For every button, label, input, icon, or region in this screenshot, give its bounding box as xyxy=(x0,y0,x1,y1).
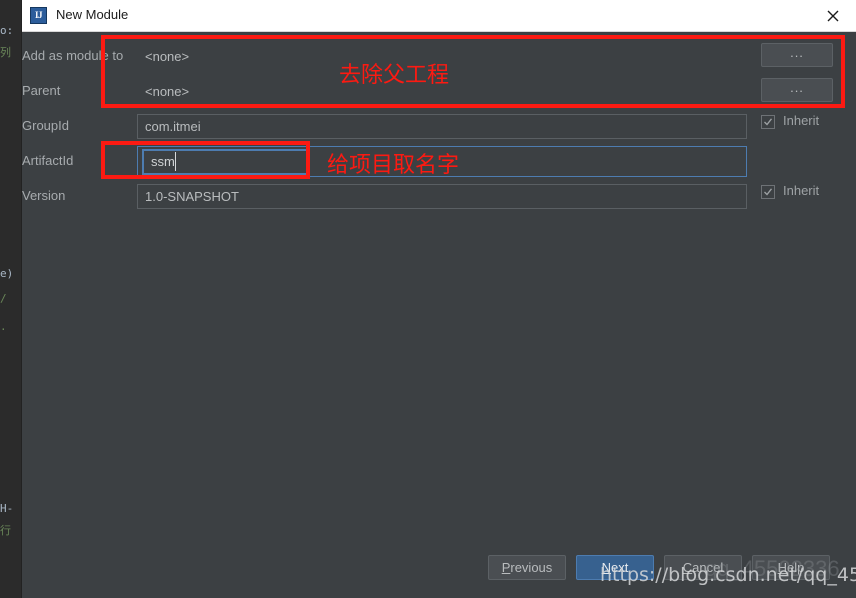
close-icon[interactable] xyxy=(810,0,856,31)
checkbox-box xyxy=(761,185,775,199)
backdrop-fragment: / xyxy=(0,292,7,305)
label-add-as-module-to: Add as module to xyxy=(22,48,124,63)
label-parent: Parent xyxy=(22,83,61,98)
row-add-as-module-to: Add as module to <none> xyxy=(22,39,856,74)
text-caret xyxy=(175,152,176,171)
dialog-button-bar: Previous Next Cancel Help xyxy=(22,546,856,598)
label-artifactid: ArtifactId xyxy=(22,153,74,168)
help-label: elp xyxy=(787,560,805,575)
value-add-as-module-to[interactable]: <none> xyxy=(137,39,747,74)
backdrop-fragment: 行 xyxy=(0,524,11,537)
intellij-idea-icon: IJ xyxy=(30,7,47,24)
next-label: ext xyxy=(611,560,629,575)
previous-button[interactable]: Previous xyxy=(488,555,566,580)
browse-parent-button[interactable]: ... xyxy=(761,78,833,102)
backdrop-fragment: 列 xyxy=(0,46,11,59)
backdrop-fragment: H- xyxy=(0,502,14,515)
browse-add-as-module-to-button[interactable]: ... xyxy=(761,43,833,67)
new-module-dialog: IJ New Module Add as module to <none> ..… xyxy=(22,0,856,598)
dialog-titlebar: IJ New Module xyxy=(22,0,856,32)
cancel-label: ancel xyxy=(692,560,724,575)
dialog-title: New Module xyxy=(56,7,129,22)
backdrop-fragment: o: xyxy=(0,24,14,37)
cancel-mnemonic: C xyxy=(682,560,693,575)
previous-label: revious xyxy=(510,560,553,575)
next-mnemonic: N xyxy=(601,560,612,575)
value-parent[interactable]: <none> xyxy=(137,74,747,109)
backdrop-fragment: e) xyxy=(0,267,14,280)
label-version: Version xyxy=(22,188,66,203)
artifactid-input[interactable]: ssm xyxy=(142,149,308,175)
help-button[interactable]: Help xyxy=(752,555,830,580)
backdrop-fragment: . xyxy=(0,320,7,333)
cancel-button[interactable]: Cancel xyxy=(664,555,742,580)
module-form: Add as module to <none> ... Parent <none… xyxy=(22,31,856,546)
checkbox-box xyxy=(761,115,775,129)
version-input[interactable]: 1.0-SNAPSHOT xyxy=(137,184,747,209)
checkbox-label: Inherit xyxy=(783,183,820,198)
row-parent: Parent <none> xyxy=(22,74,856,109)
groupid-input[interactable]: com.itmei xyxy=(137,114,747,139)
help-mnemonic: H xyxy=(777,560,788,575)
checkbox-label: Inherit xyxy=(783,113,820,128)
next-button[interactable]: Next xyxy=(576,555,654,580)
label-groupid: GroupId xyxy=(22,118,69,133)
